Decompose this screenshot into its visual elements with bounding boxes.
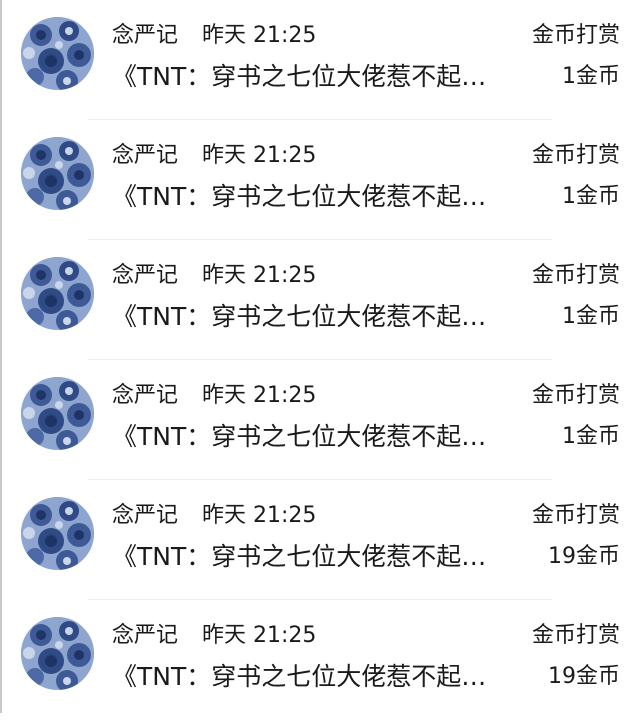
reward-amount: 1金币	[562, 304, 620, 329]
reward-time: 昨天 21:25	[202, 263, 317, 288]
reward-book-title[interactable]: 《TNT：穿书之七位大佬惹不起…	[112, 540, 522, 574]
reward-amount: 19金币	[548, 664, 620, 689]
reward-list: 念严记 昨天 21:25 金币打赏 《TNT：穿书之七位大佬惹不起… 1金币 念…	[0, 0, 640, 720]
reward-row[interactable]: 念严记 昨天 21:25 金币打赏 《TNT：穿书之七位大佬惹不起… 1金币	[0, 120, 640, 240]
reward-book-title[interactable]: 《TNT：穿书之七位大佬惹不起…	[112, 660, 522, 694]
reward-user-name: 念严记	[112, 383, 179, 408]
reward-user-name: 念严记	[112, 623, 179, 648]
reward-amount: 1金币	[562, 184, 620, 209]
reward-action-label: 金币打赏	[531, 383, 620, 408]
reward-action-label: 金币打赏	[531, 263, 620, 288]
user-avatar-icon[interactable]	[21, 497, 94, 570]
reward-row[interactable]: 念严记 昨天 21:25 金币打赏 《TNT：穿书之七位大佬惹不起… 19金币	[0, 600, 640, 720]
reward-row[interactable]: 念严记 昨天 21:25 金币打赏 《TNT：穿书之七位大佬惹不起… 19金币	[0, 480, 640, 600]
reward-action-label: 金币打赏	[531, 23, 620, 48]
reward-action-label: 金币打赏	[531, 143, 620, 168]
reward-time: 昨天 21:25	[202, 143, 317, 168]
reward-user-name: 念严记	[112, 143, 179, 168]
reward-row[interactable]: 念严记 昨天 21:25 金币打赏 《TNT：穿书之七位大佬惹不起… 1金币	[0, 0, 640, 120]
reward-time: 昨天 21:25	[202, 383, 317, 408]
reward-amount: 1金币	[562, 424, 620, 449]
user-avatar-icon[interactable]	[21, 617, 94, 690]
reward-row[interactable]: 念严记 昨天 21:25 金币打赏 《TNT：穿书之七位大佬惹不起… 1金币	[0, 360, 640, 480]
user-avatar-icon[interactable]	[21, 137, 94, 210]
reward-book-title[interactable]: 《TNT：穿书之七位大佬惹不起…	[112, 60, 522, 94]
user-avatar-icon[interactable]	[21, 17, 94, 90]
user-avatar-icon[interactable]	[21, 257, 94, 330]
reward-amount: 19金币	[548, 544, 620, 569]
reward-row[interactable]: 念严记 昨天 21:25 金币打赏 《TNT：穿书之七位大佬惹不起… 1金币	[0, 240, 640, 360]
reward-action-label: 金币打赏	[531, 503, 620, 528]
reward-user-name: 念严记	[112, 503, 179, 528]
user-avatar-icon[interactable]	[21, 377, 94, 450]
reward-user-name: 念严记	[112, 23, 179, 48]
reward-amount: 1金币	[562, 64, 620, 89]
reward-user-name: 念严记	[112, 263, 179, 288]
reward-action-label: 金币打赏	[531, 623, 620, 648]
reward-book-title[interactable]: 《TNT：穿书之七位大佬惹不起…	[112, 420, 522, 454]
reward-time: 昨天 21:25	[202, 623, 317, 648]
reward-time: 昨天 21:25	[202, 503, 317, 528]
reward-book-title[interactable]: 《TNT：穿书之七位大佬惹不起…	[112, 300, 522, 334]
reward-time: 昨天 21:25	[202, 23, 317, 48]
reward-book-title[interactable]: 《TNT：穿书之七位大佬惹不起…	[112, 180, 522, 214]
